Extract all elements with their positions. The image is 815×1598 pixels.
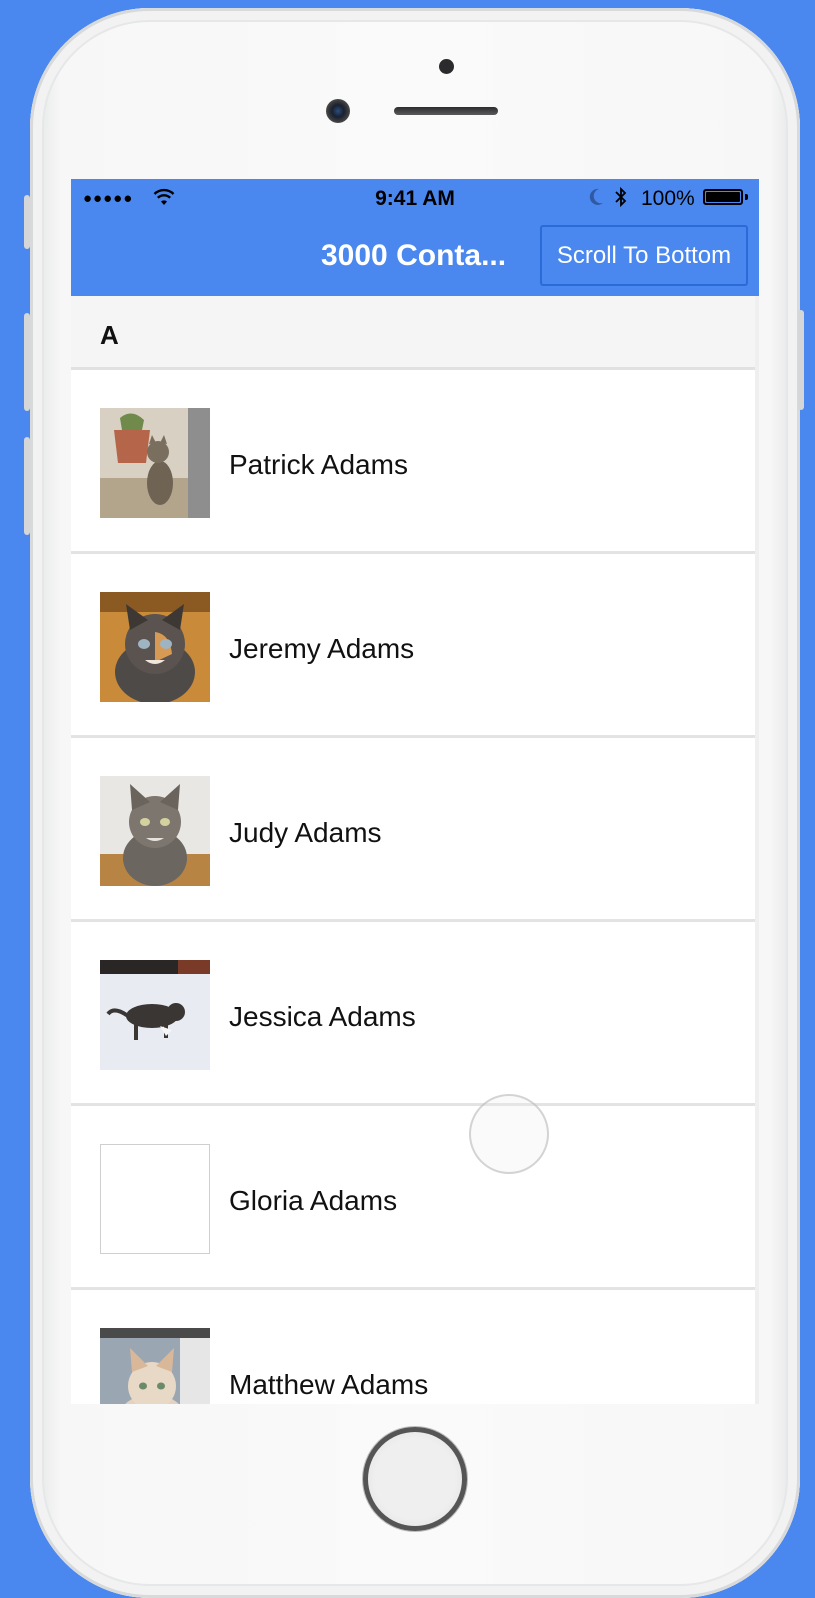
list-item[interactable]: Matthew Adams	[71, 1290, 755, 1404]
avatar	[100, 960, 210, 1070]
kitten-photo-icon	[100, 592, 210, 702]
list-item[interactable]: Gloria Adams	[71, 1106, 755, 1290]
avatar	[100, 408, 210, 518]
section-letter: A	[100, 320, 119, 350]
page-title: 3000 Conta...	[321, 239, 507, 272]
list-item[interactable]: Patrick Adams	[71, 370, 755, 554]
home-button[interactable]	[363, 1427, 467, 1531]
contact-name: Judy Adams	[229, 817, 382, 848]
kitten-photo-icon	[100, 960, 210, 1070]
avatar	[100, 776, 210, 886]
kitten-photo-icon	[100, 408, 210, 518]
avatar	[100, 1328, 210, 1404]
do-not-disturb-moon-icon	[589, 188, 603, 205]
scroll-track	[755, 296, 759, 1404]
list-item[interactable]: Judy Adams	[71, 738, 755, 922]
kitten-photo-icon	[100, 776, 210, 886]
app-screen: ●●●●● 9:41 AM 100% 3000 Conta... Scroll …	[71, 179, 759, 1404]
contact-name: Jessica Adams	[229, 1001, 416, 1032]
battery-icon	[703, 189, 743, 205]
mute-switch[interactable]	[24, 195, 30, 249]
volume-down-button[interactable]	[24, 437, 30, 535]
power-button[interactable]	[798, 310, 804, 410]
contact-name: Jeremy Adams	[229, 633, 415, 664]
kitten-photo-icon	[100, 1328, 210, 1404]
volume-up-button[interactable]	[24, 313, 30, 411]
avatar	[100, 592, 210, 702]
status-bar: ●●●●● 9:41 AM 100%	[71, 179, 759, 217]
battery-tip	[745, 194, 748, 200]
front-camera	[326, 99, 350, 123]
battery-percentage: 100%	[641, 187, 695, 210]
navigation-bar: 3000 Conta... Scroll To Bottom	[71, 217, 759, 296]
contact-list[interactable]: Patrick Adams Jeremy Adams Judy Adams Je…	[71, 370, 755, 1404]
contact-name: Matthew Adams	[229, 1369, 429, 1400]
list-item[interactable]: Jeremy Adams	[71, 554, 755, 738]
list-item[interactable]: Jessica Adams	[71, 922, 755, 1106]
avatar-placeholder	[100, 1144, 210, 1254]
proximity-sensor	[439, 59, 454, 74]
earpiece-speaker	[394, 107, 498, 115]
touch-indicator	[469, 1094, 549, 1174]
contact-name: Patrick Adams	[229, 449, 408, 480]
bluetooth-icon	[615, 186, 627, 208]
contact-name: Gloria Adams	[229, 1185, 398, 1216]
section-header: A	[71, 296, 755, 370]
scroll-to-bottom-button[interactable]: Scroll To Bottom	[540, 225, 748, 286]
